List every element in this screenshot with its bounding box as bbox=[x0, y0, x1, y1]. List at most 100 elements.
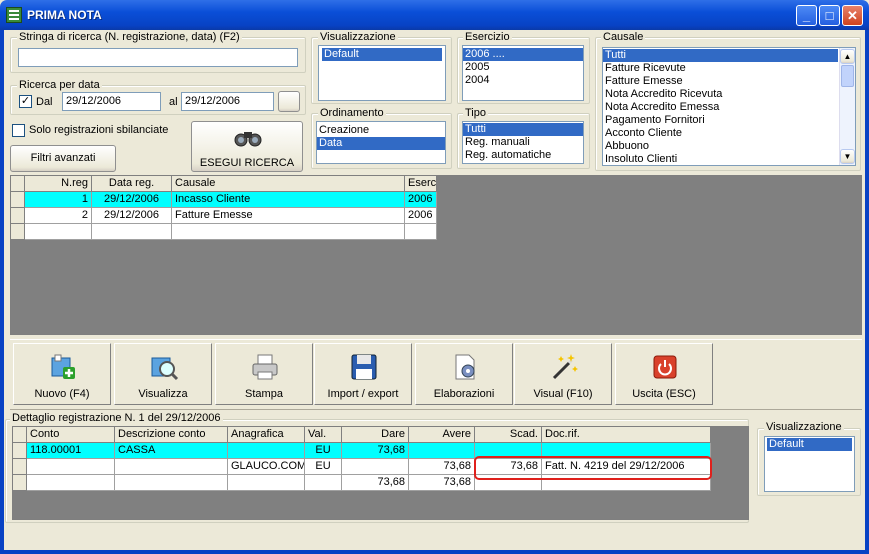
causale-item[interactable]: Nota Accredito Ricevuta bbox=[603, 88, 838, 101]
advanced-filters-button[interactable]: Filtri avanzati bbox=[10, 145, 116, 172]
causale-item[interactable]: Fatture Emesse bbox=[603, 75, 838, 88]
visual-button[interactable]: Visual (F10) bbox=[514, 343, 612, 405]
causale-item[interactable]: Abbuono bbox=[603, 140, 838, 153]
run-search-button[interactable]: ESEGUI RICERCA bbox=[191, 121, 303, 172]
view-list[interactable]: Default bbox=[318, 45, 446, 101]
order-item-creazione[interactable]: Creazione bbox=[317, 124, 445, 137]
printer-icon bbox=[252, 354, 278, 380]
scroll-up-icon: ▲ bbox=[843, 52, 852, 61]
new-record-icon bbox=[51, 354, 75, 379]
causale-list[interactable]: Tutti Fatture Ricevute Fatture Emesse No… bbox=[602, 47, 856, 166]
esercizio-item-2006[interactable]: 2006 .... bbox=[463, 48, 583, 61]
col-conto[interactable]: Conto bbox=[27, 427, 115, 443]
date-search-label: Ricerca per data bbox=[17, 79, 102, 91]
date-to-input[interactable]: 29/12/2006 bbox=[181, 92, 274, 111]
table-row[interactable]: 2 29/12/2006 Fatture Emesse 2006 bbox=[11, 208, 437, 224]
registrations-table: N.reg Data reg. Causale Eserc 1 29/12/20… bbox=[11, 176, 437, 240]
detail-header-row: Conto Descrizione conto Anagrafica Val. … bbox=[13, 427, 711, 443]
cell-eserc bbox=[405, 224, 437, 240]
col-nreg[interactable]: N.reg bbox=[25, 176, 92, 192]
causale-item[interactable]: Acconto Cliente bbox=[603, 127, 838, 140]
table-row[interactable] bbox=[11, 224, 437, 240]
dal-label: Dal bbox=[36, 96, 53, 108]
window-frame-right bbox=[865, 30, 869, 554]
col-avere[interactable]: Avere bbox=[409, 427, 475, 443]
tipo-item-manuali[interactable]: Reg. manuali bbox=[463, 136, 583, 149]
detail-view-item-default[interactable]: Default bbox=[767, 438, 852, 451]
esercizio-list[interactable]: 2006 .... 2005 2004 bbox=[462, 45, 584, 101]
cell-conto bbox=[27, 459, 115, 475]
processing-label: Elaborazioni bbox=[433, 388, 495, 400]
causale-item[interactable]: Tutti bbox=[603, 49, 838, 62]
view-item-default[interactable]: Default bbox=[322, 48, 442, 61]
cell-dare: 73,68 bbox=[342, 475, 409, 491]
cell-val: EU bbox=[305, 443, 342, 459]
minimize-button[interactable]: _ bbox=[796, 5, 817, 26]
causale-scrollbar[interactable]: ▲ ▼ bbox=[839, 48, 855, 165]
al-label: al bbox=[169, 96, 178, 108]
cell-data bbox=[92, 224, 172, 240]
row-indicator bbox=[11, 224, 25, 240]
table-row[interactable]: 1 29/12/2006 Incasso Cliente 2006 bbox=[11, 192, 437, 208]
col-eserc[interactable]: Eserc bbox=[405, 176, 437, 192]
unbalanced-checkbox[interactable] bbox=[12, 124, 25, 137]
view-button[interactable]: Visualizza bbox=[114, 343, 212, 405]
calendar-button[interactable] bbox=[278, 91, 300, 112]
tipo-item-tutti[interactable]: Tutti bbox=[463, 123, 583, 136]
causale-item[interactable]: Fatture Ricevute bbox=[603, 62, 838, 75]
row-indicator bbox=[13, 475, 27, 491]
scroll-up-button[interactable]: ▲ bbox=[840, 49, 855, 64]
visual-label: Visual (F10) bbox=[533, 388, 593, 400]
processing-button[interactable]: Elaborazioni bbox=[415, 343, 513, 405]
power-icon bbox=[653, 355, 677, 379]
order-item-data[interactable]: Data bbox=[317, 137, 445, 150]
tipo-item-automatiche[interactable]: Reg. automatiche bbox=[463, 149, 583, 162]
tipo-label: Tipo bbox=[463, 107, 488, 119]
exit-label: Uscita (ESC) bbox=[632, 388, 696, 400]
causale-item[interactable]: Nota Accredito Emessa bbox=[603, 101, 838, 114]
cell-avere: 73,68 bbox=[409, 459, 475, 475]
cell-data: 29/12/2006 bbox=[92, 192, 172, 208]
reg-header-row: N.reg Data reg. Causale Eserc bbox=[11, 176, 437, 192]
esercizio-item-2004[interactable]: 2004 bbox=[463, 74, 583, 87]
cell-val: EU bbox=[305, 459, 342, 475]
view-icon bbox=[151, 357, 179, 381]
col-val[interactable]: Val. bbox=[305, 427, 342, 443]
tipo-list[interactable]: Tutti Reg. manuali Reg. automatiche bbox=[462, 121, 584, 164]
cell-descrizione bbox=[115, 459, 228, 475]
maximize-button[interactable]: □ bbox=[819, 5, 840, 26]
col-scad[interactable]: Scad. bbox=[475, 427, 542, 443]
cell-descrizione bbox=[115, 475, 228, 491]
causale-item[interactable]: Pagamento Fornitori bbox=[603, 114, 838, 127]
dal-checkbox[interactable]: ✓ bbox=[19, 95, 32, 108]
annotation-highlight bbox=[474, 456, 712, 480]
order-list[interactable]: Creazione Data bbox=[316, 121, 446, 164]
import-export-button[interactable]: Import / export bbox=[314, 343, 412, 405]
print-button[interactable]: Stampa bbox=[215, 343, 313, 405]
cell-avere bbox=[409, 443, 475, 459]
col-dare[interactable]: Dare bbox=[342, 427, 409, 443]
search-label: Stringa di ricerca (N. registrazione, da… bbox=[17, 31, 242, 43]
exit-button[interactable]: Uscita (ESC) bbox=[615, 343, 713, 405]
cell-anagrafica bbox=[228, 475, 305, 491]
scroll-down-button[interactable]: ▼ bbox=[840, 149, 855, 164]
cell-avere: 73,68 bbox=[409, 475, 475, 491]
col-descrizione[interactable]: Descrizione conto bbox=[115, 427, 228, 443]
row-indicator bbox=[13, 427, 27, 443]
scroll-thumb[interactable] bbox=[841, 65, 854, 87]
esercizio-item-2005[interactable]: 2005 bbox=[463, 61, 583, 74]
new-button[interactable]: Nuovo (F4) bbox=[13, 343, 111, 405]
cell-eserc: 2006 bbox=[405, 192, 437, 208]
col-anagrafica[interactable]: Anagrafica bbox=[228, 427, 305, 443]
col-data-reg[interactable]: Data reg. bbox=[92, 176, 172, 192]
date-from-input[interactable]: 29/12/2006 bbox=[62, 92, 161, 111]
window-title: PRIMA NOTA bbox=[27, 8, 102, 22]
col-causale[interactable]: Causale bbox=[172, 176, 405, 192]
search-input[interactable] bbox=[18, 48, 298, 67]
row-indicator bbox=[13, 443, 27, 459]
detail-view-list[interactable]: Default bbox=[764, 436, 855, 492]
close-button[interactable]: ✕ bbox=[842, 5, 863, 26]
col-docrif[interactable]: Doc.rif. bbox=[542, 427, 711, 443]
causale-label: Causale bbox=[601, 31, 646, 43]
causale-item[interactable]: Insoluto Clienti bbox=[603, 153, 838, 165]
